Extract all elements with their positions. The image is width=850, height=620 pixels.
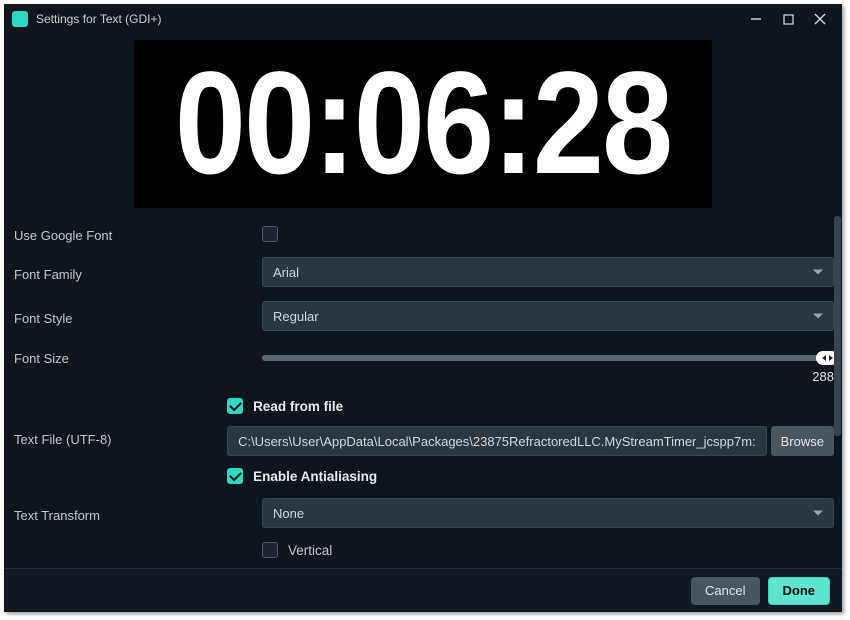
label-font-family: Font Family — [14, 263, 262, 282]
scrollbar-thumb[interactable] — [834, 216, 841, 436]
label-text-transform: Text Transform — [14, 504, 262, 523]
select-font-style[interactable]: Regular — [262, 301, 834, 331]
label-font-style: Font Style — [14, 307, 262, 326]
row-use-google-font: Use Google Font — [14, 224, 834, 243]
browse-button[interactable]: Browse — [771, 426, 834, 456]
row-text-file: Text File (UTF-8) Read from file C:\User… — [14, 398, 834, 484]
scrollbar[interactable] — [834, 216, 841, 556]
chevron-down-icon — [813, 314, 823, 319]
dialog-footer: Cancel Done — [4, 568, 842, 612]
row-text-transform: Text Transform None — [14, 498, 834, 528]
cancel-button[interactable]: Cancel — [691, 577, 759, 605]
preview-text: 00:06:28 — [175, 51, 671, 197]
text-file-path-value: C:\Users\User\AppData\Local\Packages\238… — [238, 434, 756, 449]
select-font-style-value: Regular — [273, 309, 319, 324]
row-font-size: Font Size 288 — [14, 345, 834, 384]
settings-dialog: Settings for Text (GDI+) 00:06:28 Use Go… — [4, 4, 842, 612]
input-text-file-path[interactable]: C:\Users\User\AppData\Local\Packages\238… — [227, 426, 767, 456]
row-vertical: Vertical — [14, 542, 834, 558]
checkbox-vertical[interactable] — [262, 542, 278, 558]
label-vertical: Vertical — [288, 543, 332, 558]
app-icon — [12, 11, 28, 27]
font-size-value: 288 — [812, 369, 834, 384]
checkbox-use-google-font[interactable] — [262, 226, 278, 242]
minimize-button[interactable] — [740, 7, 772, 31]
label-use-google-font: Use Google Font — [14, 224, 262, 243]
select-font-family-value: Arial — [273, 265, 299, 280]
label-enable-antialiasing: Enable Antialiasing — [253, 469, 377, 484]
label-text-file: Text File (UTF-8) — [14, 398, 227, 447]
chevron-down-icon — [813, 270, 823, 275]
slider-font-size[interactable] — [262, 355, 834, 361]
window-title: Settings for Text (GDI+) — [36, 12, 162, 26]
maximize-button[interactable] — [772, 7, 804, 31]
chevron-down-icon — [813, 511, 823, 516]
select-font-family[interactable]: Arial — [262, 257, 834, 287]
select-text-transform[interactable]: None — [262, 498, 834, 528]
text-preview: 00:06:28 — [134, 40, 712, 208]
label-font-size: Font Size — [14, 345, 262, 366]
row-font-family: Font Family Arial — [14, 257, 834, 287]
checkbox-enable-antialiasing[interactable] — [227, 468, 243, 484]
label-read-from-file: Read from file — [253, 399, 343, 414]
checkbox-read-from-file[interactable] — [227, 398, 243, 414]
done-button[interactable]: Done — [768, 577, 831, 605]
close-button[interactable] — [804, 7, 836, 31]
row-font-style: Font Style Regular — [14, 301, 834, 331]
settings-form: Use Google Font Font Family Arial Font S… — [4, 210, 842, 568]
titlebar: Settings for Text (GDI+) — [4, 4, 842, 34]
select-text-transform-value: None — [273, 506, 304, 521]
preview-area: 00:06:28 — [4, 34, 842, 210]
